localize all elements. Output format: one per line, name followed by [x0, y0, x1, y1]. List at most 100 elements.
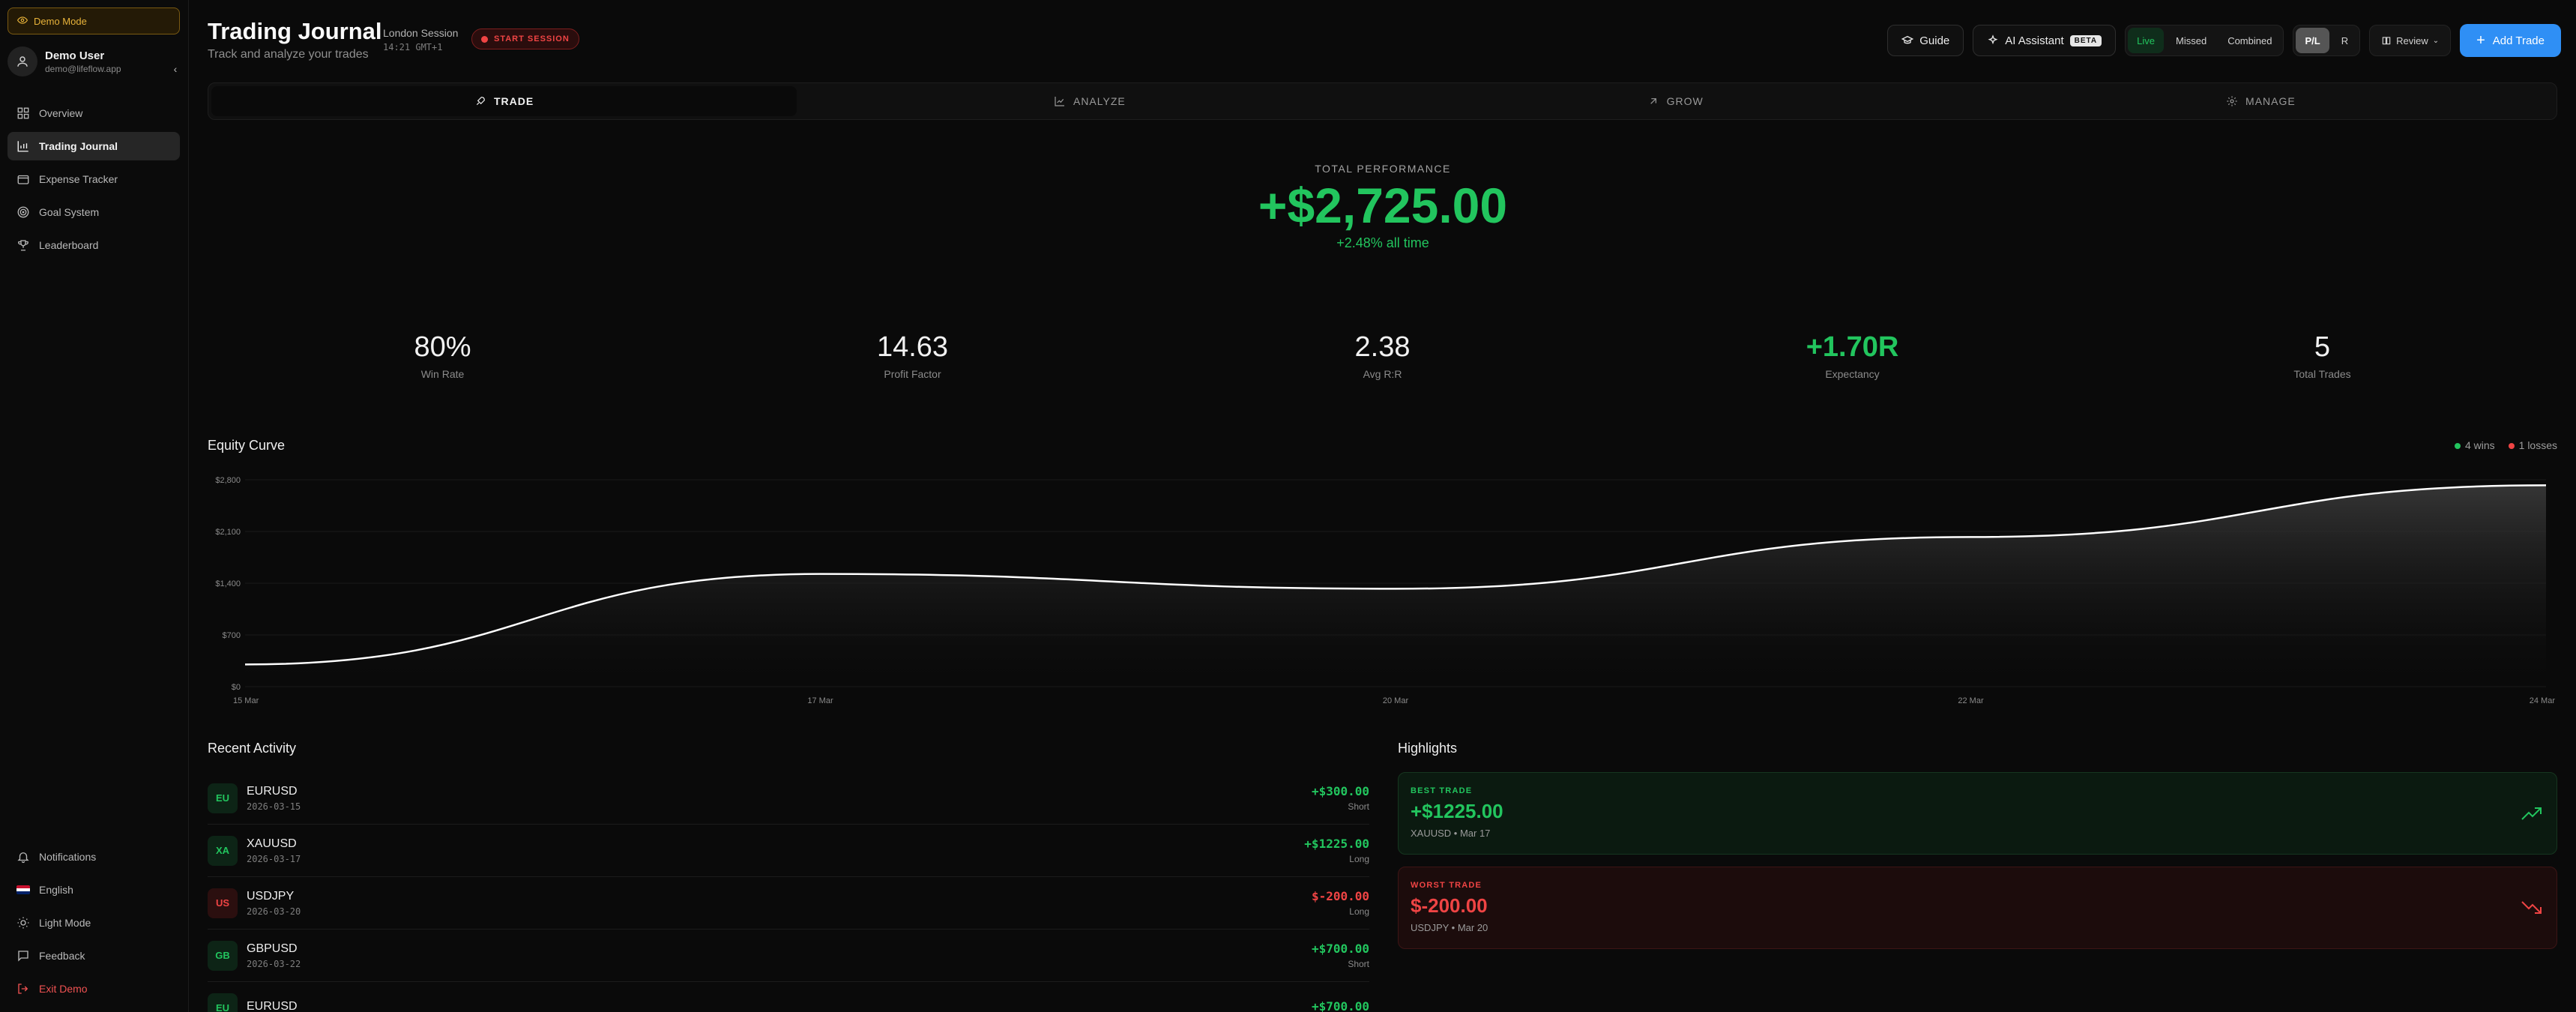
equity-area [245, 485, 2546, 687]
trade-symbol: XAUUSD [247, 837, 297, 850]
stat-value: 2.38 [1354, 331, 1411, 363]
recent-activity-title: Recent Activity [208, 741, 297, 756]
session-name: London Session [383, 27, 459, 39]
sidebar-item-label: Trading Journal [39, 140, 118, 152]
equity-curve-chart: $0 $700 $1,400 $2,100 $2,800 15 Mar 17 Mar 20 M… [215, 476, 2556, 705]
target-icon [17, 206, 29, 218]
eye-icon [16, 15, 28, 28]
x-tick-label: 24 Mar [2530, 696, 2556, 705]
trade-symbol: EURUSD [247, 784, 298, 798]
ai-assistant-label: AI Assistant [2005, 34, 2064, 47]
mode-missed[interactable]: Missed [2167, 28, 2215, 53]
sidebar-item-expense-tracker[interactable]: Expense Tracker [7, 165, 180, 193]
sparkles-icon [1988, 34, 1998, 45]
demo-mode-badge[interactable]: Demo Mode [7, 7, 180, 34]
y-tick-label: $2,100 [215, 528, 241, 537]
sidebar-item-light-mode[interactable]: Light Mode [7, 909, 180, 937]
record-dot-icon [481, 35, 488, 43]
sidebar-item-label: Expense Tracker [39, 173, 118, 185]
review-dropdown[interactable]: Review ⌄ [2369, 25, 2452, 56]
tab-analyze[interactable]: ANALYZE [797, 86, 1382, 116]
tab-grow[interactable]: GROW [1383, 86, 1968, 116]
collapse-sidebar-button[interactable]: ‹ [168, 61, 183, 76]
chevron-left-icon: ‹ [173, 63, 178, 75]
best-trade-card[interactable]: BEST TRADE +$1225.00 XAUUSD • Mar 17 [1398, 772, 2557, 855]
sidebar-item-label: Overview [39, 107, 83, 119]
add-trade-button[interactable]: + Add Trade [2460, 24, 2561, 57]
tab-manage[interactable]: MANAGE [1968, 86, 2554, 116]
tab-label: TRADE [494, 95, 534, 107]
tab-trade[interactable]: TRADE [211, 86, 797, 116]
list-item[interactable]: US USDJPY 2026-03-20 $-200.00 Long [208, 877, 1369, 930]
page-header: Trading Journal Track and analyze your t… [208, 16, 2561, 69]
trade-date: 2026-03-15 [247, 801, 301, 812]
legend-losses: 1 losses [2508, 439, 2557, 451]
mode-live[interactable]: Live [2128, 28, 2164, 53]
worst-trade-value: $-200.00 [1411, 894, 1488, 917]
equity-curve-title: Equity Curve [208, 438, 286, 453]
demo-mode-label: Demo Mode [34, 15, 87, 27]
user-email: demo@lifeflow.app [45, 63, 121, 74]
stat-label: Win Rate [420, 368, 465, 380]
unit-r[interactable]: R [2332, 28, 2357, 53]
trade-result: +$700.00 [1312, 999, 1369, 1012]
sidebar-item-goal-system[interactable]: Goal System [7, 198, 180, 226]
symbol-badge: XA [208, 835, 238, 866]
legend-losses-label: 1 losses [2518, 439, 2557, 451]
trade-side: Long [1349, 906, 1369, 917]
flag-icon [16, 885, 30, 894]
trending-down-icon [2521, 901, 2542, 914]
list-item[interactable]: EU EURUSD 2026-03-15 +$300.00 Short [208, 772, 1369, 825]
sidebar-item-exit-demo[interactable]: Exit Demo [7, 975, 180, 1003]
sidebar-item-trading-journal[interactable]: Trading Journal [7, 132, 180, 160]
graduation-cap-icon [1901, 35, 1914, 44]
sidebar-item-label: Feedback [39, 950, 85, 962]
start-session-button[interactable]: START SESSION [471, 28, 579, 49]
worst-trade-card[interactable]: WORST TRADE $-200.00 USDJPY • Mar 20 [1398, 867, 2557, 949]
trade-info: USDJPY 2026-03-20 [247, 890, 301, 917]
start-session-label: START SESSION [494, 34, 570, 43]
legend-wins-label: 4 wins [2464, 439, 2495, 451]
stat-expectancy: +1.70R Expectancy [1617, 331, 2087, 380]
sidebar-item-feedback[interactable]: Feedback [7, 942, 180, 970]
tab-label: MANAGE [2245, 95, 2296, 107]
sidebar-item-language[interactable]: English [7, 876, 180, 904]
legend-wins: 4 wins [2454, 439, 2495, 451]
unit-pl[interactable]: P/L [2296, 28, 2329, 53]
session-time: 14:21 GMT+1 [383, 42, 443, 52]
sidebar-item-notifications[interactable]: Notifications [7, 843, 180, 871]
trade-date: 2026-03-22 [247, 958, 301, 969]
trade-pnl: +$300.00 [1311, 784, 1369, 798]
list-item[interactable]: XA XAUUSD 2026-03-17 +$1225.00 Long [208, 825, 1369, 877]
list-item[interactable]: GB GBPUSD 2026-03-22 +$700.00 Short [208, 930, 1369, 982]
message-icon [18, 951, 28, 962]
trade-date: 2026-03-17 [247, 853, 301, 864]
total-performance-pct: +2.48% all time [1336, 235, 1429, 250]
sidebar-bottom-nav: Notifications English Light Mode Feedbac… [7, 843, 180, 1008]
x-tick-label: 22 Mar [1958, 696, 1984, 705]
stat-value: 5 [2314, 331, 2331, 363]
trade-pnl: +$700.00 [1311, 942, 1369, 956]
user-profile[interactable]: Demo User demo@lifeflow.app ‹ [7, 43, 181, 79]
session-info: London Session 14:21 GMT+1 [383, 27, 458, 52]
x-tick-label: 20 Mar [1383, 696, 1409, 705]
chevron-down-icon: ⌄ [2432, 36, 2440, 45]
grid-icon [17, 107, 29, 119]
ai-assistant-button[interactable]: AI Assistant BETA [1973, 25, 2117, 56]
book-icon [2382, 37, 2391, 45]
trade-symbol: GBPUSD [247, 942, 298, 955]
logout-icon [18, 984, 28, 994]
total-performance-value: +$2,725.00 [1258, 178, 1508, 233]
highlights-title: Highlights [1398, 741, 1458, 756]
guide-button[interactable]: Guide [1887, 25, 1964, 56]
stat-total-trades: 5 Total Trades [2087, 331, 2557, 380]
list-item[interactable]: EU EURUSD +$700.00 [208, 982, 1369, 1012]
sidebar-item-leaderboard[interactable]: Leaderboard [7, 231, 180, 259]
mode-combined[interactable]: Combined [2218, 28, 2281, 53]
stat-avg-rr: 2.38 Avg R:R [1147, 331, 1617, 380]
red-dot-icon [2508, 443, 2515, 449]
avatar [7, 46, 37, 76]
trade-side: Short [1348, 959, 1369, 969]
sidebar-item-label: Leaderboard [39, 239, 99, 251]
sidebar-item-overview[interactable]: Overview [7, 99, 180, 127]
